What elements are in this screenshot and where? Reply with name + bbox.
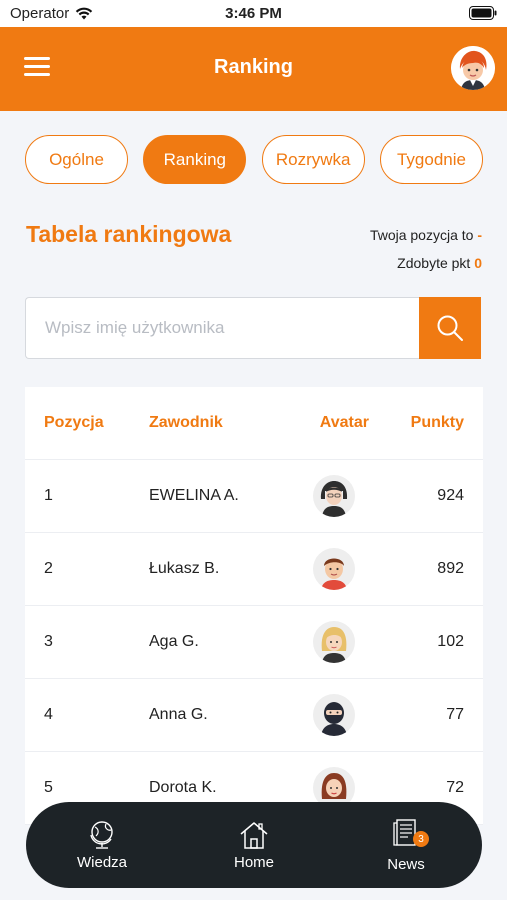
tab-ogolne[interactable]: Ogólne [25, 135, 128, 184]
user-position-info: Twoja pozycja to - Zdobyte pkt 0 [370, 221, 482, 277]
woman-dark-hair-avatar-icon [312, 475, 355, 517]
battery-icon [469, 6, 497, 20]
globe-icon [90, 821, 113, 849]
man-red-hair-avatar-icon [312, 548, 355, 590]
search-bar [25, 297, 481, 359]
carrier-name: Operator [10, 5, 70, 22]
row-player: Łukasz B. [149, 560, 220, 577]
row-points: 102 [437, 633, 464, 650]
table-row[interactable]: 2 Łukasz B. 892 [25, 533, 483, 606]
nav-wiedza[interactable]: Wiedza [47, 819, 157, 871]
row-position: 4 [44, 706, 53, 723]
position-value: - [477, 227, 482, 243]
header-avatar: Avatar [319, 414, 369, 431]
table-row[interactable]: 1 EWELINA A. 924 [25, 460, 483, 533]
search-button[interactable] [419, 297, 481, 359]
table-header: Pozycja Zawodnik Avatar Punkty [25, 387, 483, 460]
tab-rozrywka[interactable]: Rozrywka [261, 135, 365, 184]
row-player: EWELINA A. [149, 487, 239, 504]
row-player: Aga G. [149, 633, 199, 650]
position-label: Twoja pozycja to [369, 227, 474, 243]
nav-news-label: News [387, 856, 425, 873]
row-position: 5 [44, 779, 53, 796]
row-position: 1 [44, 487, 53, 504]
nav-home[interactable]: Home [199, 819, 309, 871]
points-line: Zdobyte pkt 0 [370, 249, 482, 277]
row-position: 2 [44, 560, 53, 577]
nav-home-label: Home [233, 854, 274, 871]
search-icon [437, 315, 463, 341]
table-row[interactable]: 4 Anna G. 77 [25, 679, 483, 752]
table-row[interactable]: 3 Aga G. 102 [25, 606, 483, 679]
profile-avatar[interactable] [451, 46, 495, 90]
header-position: Pozycja [44, 414, 104, 431]
section-title: Tabela rankingowa [26, 221, 232, 247]
woman-blonde-avatar-icon [312, 621, 355, 663]
ranking-table: Pozycja Zawodnik Avatar Punkty 1 EWELINA… [25, 387, 483, 825]
row-points: 72 [446, 779, 464, 796]
nav-wiedza-label: Wiedza [76, 854, 128, 871]
wifi-icon [76, 7, 93, 20]
header-player: Zawodnik [149, 414, 223, 431]
row-player: Anna G. [149, 706, 208, 723]
tab-ranking[interactable]: Ranking [143, 135, 247, 184]
category-tabs: Ogólne Ranking Rozrywka Tygodnie [25, 135, 483, 184]
points-value: 0 [474, 255, 482, 271]
row-position: 3 [44, 633, 53, 650]
status-bar: Operator 3:46 PM [0, 0, 507, 27]
app-header: Ranking [0, 27, 507, 111]
row-player: Dorota K. [149, 779, 217, 796]
bottom-navigation: Wiedza Home 3 News [26, 802, 482, 888]
header-points: Punkty [410, 414, 464, 431]
ninja-avatar-icon [312, 694, 355, 736]
search-input[interactable] [25, 297, 419, 359]
position-line: Twoja pozycja to - [370, 221, 482, 249]
page-title: Ranking [214, 56, 293, 78]
tab-tygodnie[interactable]: Tygodnie [379, 135, 483, 184]
home-icon [240, 822, 268, 849]
row-points: 924 [437, 487, 464, 504]
row-points: 77 [446, 706, 464, 723]
news-badge: 3 [413, 831, 429, 847]
points-label: Zdobyte pkt [397, 255, 471, 271]
row-points: 892 [437, 560, 464, 577]
nav-news[interactable]: 3 News [351, 817, 461, 873]
user-avatar-icon [451, 46, 495, 90]
carrier: Operator [10, 5, 93, 22]
